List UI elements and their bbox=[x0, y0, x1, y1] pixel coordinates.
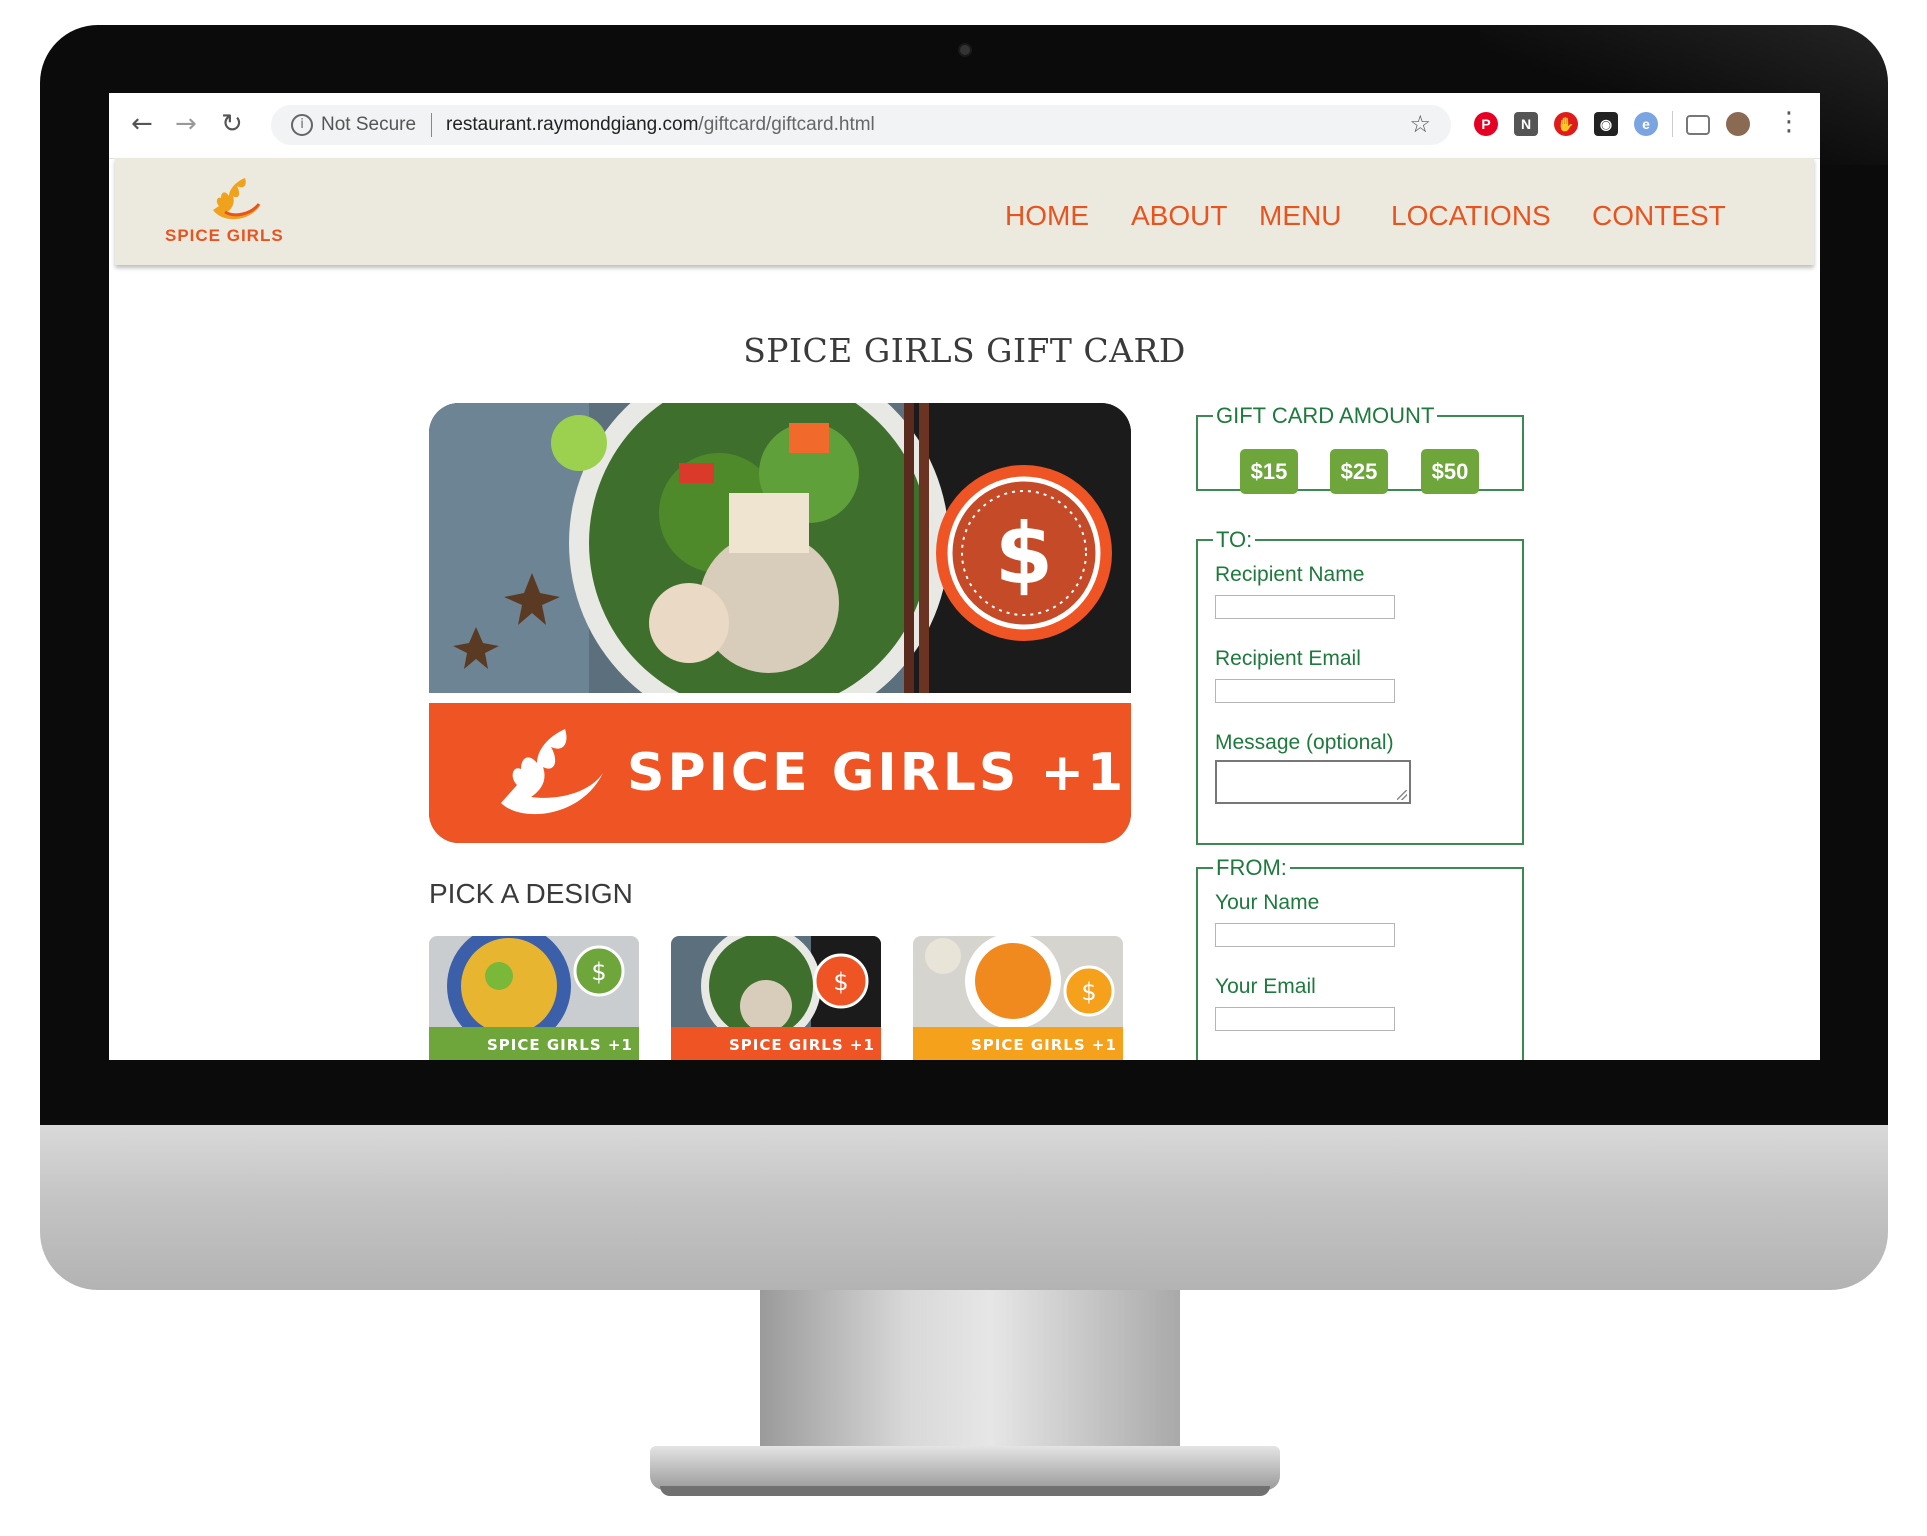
forward-icon[interactable]: → bbox=[175, 109, 197, 139]
thumbnail-label: SPICE GIRLS +1 bbox=[487, 1036, 633, 1054]
recipient-name-input[interactable] bbox=[1215, 595, 1395, 619]
your-email-label: Your Email bbox=[1215, 975, 1316, 998]
card-divider-line bbox=[429, 693, 1131, 703]
food-bowl-photo: $ bbox=[429, 403, 1131, 693]
svg-text:$: $ bbox=[1081, 978, 1096, 1006]
screen: ← → ↻ i Not Secure restaurant.raymondgia… bbox=[109, 93, 1820, 1060]
amount-15-button[interactable]: $15 bbox=[1240, 449, 1298, 494]
nav-menu[interactable]: MENU bbox=[1259, 200, 1341, 232]
message-label: Message (optional) bbox=[1215, 731, 1394, 754]
design-thumbnail-green[interactable]: $ SPICE GIRLS +1 bbox=[429, 936, 639, 1060]
gift-card-amount-panel: GIFT CARD AMOUNT $15 $25 $50 bbox=[1196, 403, 1524, 494]
to-legend: TO: bbox=[1216, 527, 1253, 552]
recipient-panel: TO: Recipient Name Recipient Email Messa… bbox=[1196, 527, 1524, 845]
design-thumbnail-yellow[interactable]: $ SPICE GIRLS +1 bbox=[913, 936, 1123, 1060]
site-header: SPICE GIRLS HOME ABOUT MENU LOCATIONS CO… bbox=[115, 158, 1814, 265]
profile-avatar[interactable] bbox=[1726, 112, 1750, 136]
recipient-email-input[interactable] bbox=[1215, 679, 1395, 703]
monitor-stand-foot-edge bbox=[660, 1486, 1270, 1496]
page-title: SPICE GIRLS GIFT CARD bbox=[743, 331, 1186, 370]
monitor-stand-foot bbox=[650, 1446, 1280, 1490]
camera-icon[interactable]: ◉ bbox=[1594, 112, 1618, 136]
your-name-label: Your Name bbox=[1215, 891, 1320, 914]
nav-contest[interactable]: CONTEST bbox=[1592, 200, 1726, 232]
thumbnail-label: SPICE GIRLS +1 bbox=[971, 1036, 1117, 1054]
monitor-stand-neck bbox=[760, 1290, 1180, 1450]
svg-text:$: $ bbox=[591, 958, 606, 986]
browser-toolbar: ← → ↻ i Not Secure restaurant.raymondgia… bbox=[109, 93, 1820, 159]
edge-icon[interactable]: e bbox=[1634, 112, 1658, 136]
design-thumbnail-orange[interactable]: $ SPICE GIRLS +1 bbox=[671, 936, 881, 1060]
url-host: restaurant.raymondgiang.com bbox=[446, 114, 699, 135]
url-text[interactable]: restaurant.raymondgiang.com/giftcard/gif… bbox=[446, 114, 875, 136]
amount-legend: GIFT CARD AMOUNT bbox=[1216, 403, 1435, 428]
resize-grip-icon[interactable] bbox=[1397, 790, 1407, 800]
svg-text:$: $ bbox=[833, 968, 848, 996]
nav-about[interactable]: ABOUT bbox=[1131, 200, 1227, 232]
amount-50-button[interactable]: $50 bbox=[1421, 449, 1479, 494]
svg-text:$: $ bbox=[995, 505, 1053, 603]
webcam bbox=[960, 45, 970, 55]
chili-pepper-icon bbox=[501, 729, 603, 815]
cast-icon[interactable] bbox=[1686, 115, 1710, 135]
sender-panel: FROM: Your Name Your Email bbox=[1196, 855, 1524, 1060]
card-brand-text: SPICE GIRLS +1 bbox=[627, 743, 1127, 803]
logo-text: SPICE GIRLS bbox=[165, 226, 284, 245]
recipient-email-label: Recipient Email bbox=[1215, 647, 1361, 670]
browser-menu-icon[interactable]: ⋮ bbox=[1776, 107, 1802, 137]
nav-locations[interactable]: LOCATIONS bbox=[1391, 200, 1551, 232]
adblock-icon[interactable]: ✋ bbox=[1554, 112, 1578, 136]
toolbar-divider bbox=[1672, 111, 1673, 137]
bookmark-star-icon[interactable]: ☆ bbox=[1409, 110, 1431, 138]
monitor-chin bbox=[40, 1125, 1888, 1290]
url-separator bbox=[431, 113, 432, 137]
pinterest-icon[interactable]: P bbox=[1474, 112, 1498, 136]
amount-25-button[interactable]: $25 bbox=[1330, 449, 1388, 494]
info-icon[interactable]: i bbox=[291, 114, 313, 136]
reload-icon[interactable]: ↻ bbox=[221, 109, 243, 139]
from-legend: FROM: bbox=[1216, 855, 1287, 880]
your-email-input[interactable] bbox=[1215, 1007, 1395, 1031]
address-bar[interactable]: i Not Secure restaurant.raymondgiang.com… bbox=[271, 105, 1451, 145]
back-icon[interactable]: ← bbox=[131, 109, 153, 139]
chili-flame-icon bbox=[213, 178, 261, 220]
nav-home[interactable]: HOME bbox=[1005, 200, 1089, 232]
notion-icon[interactable]: N bbox=[1514, 112, 1538, 136]
security-label: Not Secure bbox=[321, 114, 417, 135]
message-textarea[interactable] bbox=[1215, 760, 1411, 804]
pick-design-heading: PICK A DESIGN bbox=[429, 878, 633, 909]
url-path: /giftcard/giftcard.html bbox=[698, 114, 875, 135]
recipient-name-label: Recipient Name bbox=[1215, 563, 1365, 586]
gift-card-preview: $ SPICE GIRLS +1 bbox=[429, 403, 1131, 843]
thumbnail-label: SPICE GIRLS +1 bbox=[729, 1036, 875, 1054]
your-name-input[interactable] bbox=[1215, 923, 1395, 947]
